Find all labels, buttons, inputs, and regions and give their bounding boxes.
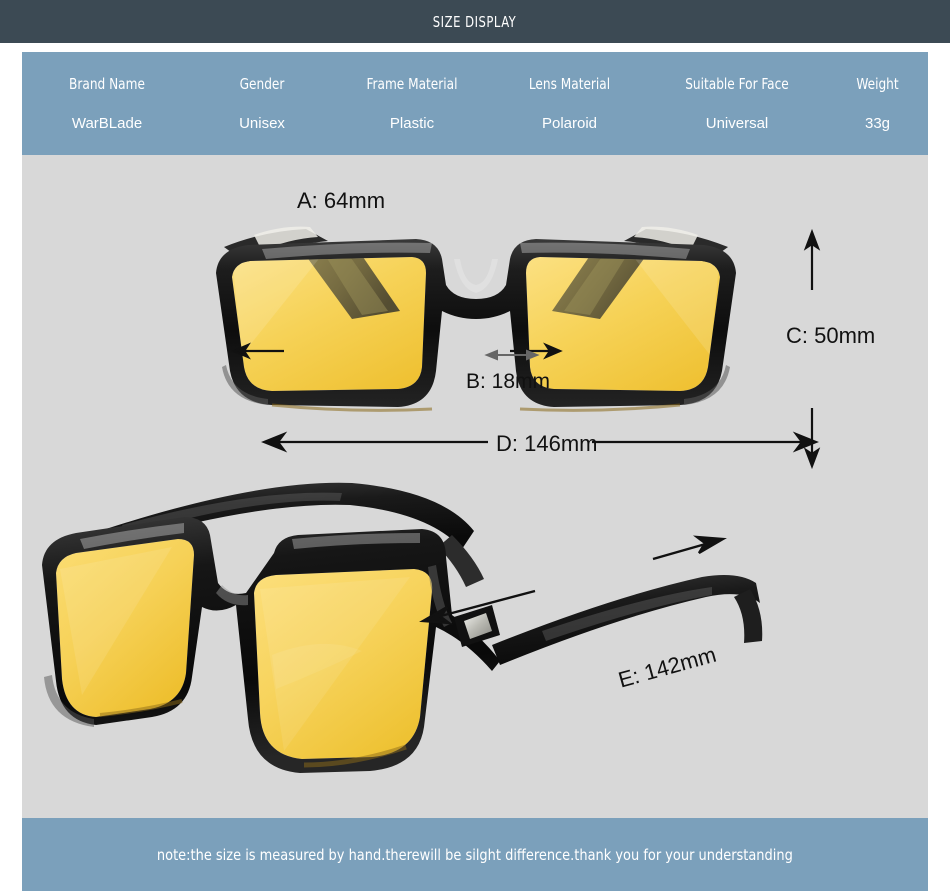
spec-value-gender: Unisex — [239, 115, 285, 132]
spec-header-lens-material: Lens Material — [528, 75, 611, 93]
product-diagram-area: A: 64mm B: 18mm C: 50mm D: 146mm E: 142m… — [22, 155, 928, 818]
dimension-d-arrow-right — [592, 431, 819, 453]
dimension-a-label: A: 64mm — [297, 188, 386, 213]
spec-header-weight: Weight — [856, 75, 899, 93]
footer-note-bar: note:the size is measured by hand.therew… — [22, 818, 928, 891]
angled-left-lens — [56, 539, 194, 717]
spec-value-suitable-for-face: Universal — [705, 115, 769, 132]
spec-header-suitable-for-face: Suitable For Face — [685, 75, 789, 93]
specification-table: Brand Name Gender Frame Material Lens Ma… — [22, 52, 928, 155]
spec-value-brand-name: WarBLade — [71, 115, 143, 132]
header-bar: SIZE DISPLAY — [0, 0, 950, 43]
dimension-b-label: B: 18mm — [466, 370, 551, 393]
spec-header-brand-name: Brand Name — [69, 75, 145, 93]
spec-header-row: Brand Name Gender Frame Material Lens Ma… — [22, 75, 928, 93]
front-left-lens — [232, 257, 426, 391]
dimension-e-arrow — [419, 535, 727, 625]
spec-header-frame-material: Frame Material — [366, 75, 458, 93]
spec-value-frame-material: Plastic — [389, 115, 435, 132]
dimension-c-label: C: 50mm — [786, 323, 876, 348]
page-title: SIZE DISPLAY — [433, 12, 517, 31]
spec-value-lens-material: Polaroid — [541, 115, 598, 132]
dimension-d-arrow-left — [261, 431, 488, 453]
size-display-page: SIZE DISPLAY Brand Name Gender Frame Mat… — [0, 0, 950, 891]
angled-right-lens — [254, 569, 433, 759]
front-right-lens — [526, 257, 720, 391]
spec-value-weight: 33g — [864, 115, 891, 132]
spec-value-row: WarBLade Unisex Plastic Polaroid Univers… — [22, 115, 928, 132]
dimension-b-arrow — [484, 349, 540, 361]
dimension-d-label: D: 146mm — [496, 431, 598, 456]
spec-header-gender: Gender — [239, 75, 285, 93]
footer-note-text: note:the size is measured by hand.therew… — [157, 845, 793, 864]
